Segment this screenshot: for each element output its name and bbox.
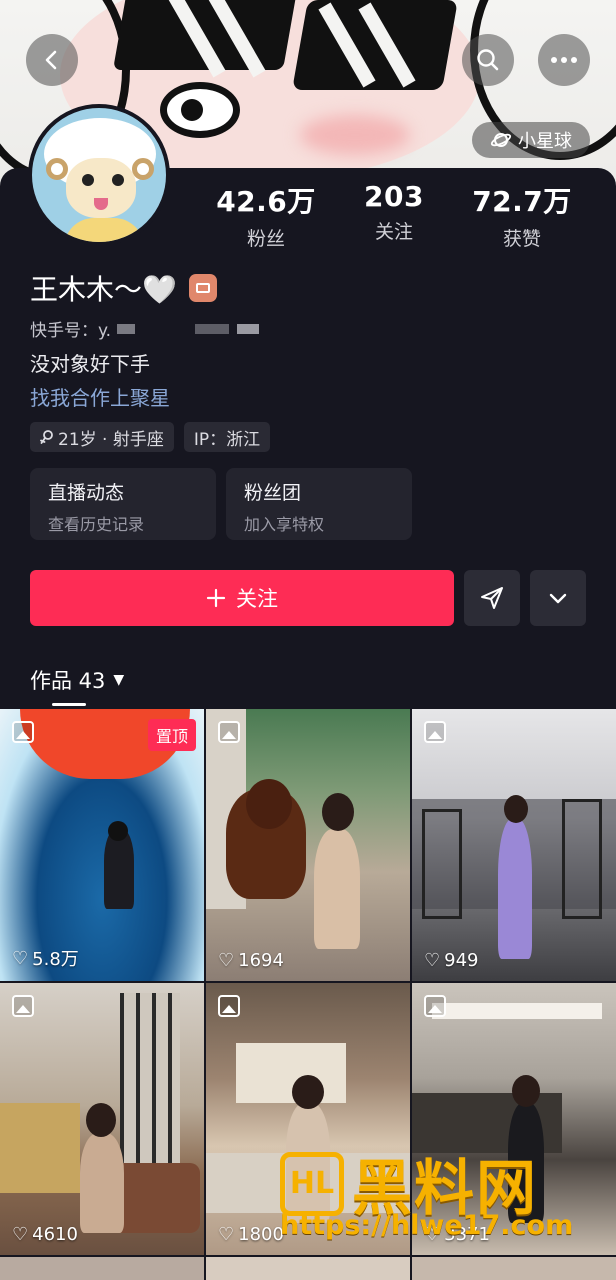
level-badge-icon[interactable]	[188, 274, 217, 302]
post-likes-count: 4610	[32, 1224, 78, 1245]
post-likes: ♡ 4610	[12, 1224, 78, 1245]
image-post-icon	[424, 995, 446, 1017]
tab-underline	[52, 703, 86, 706]
stat-label: 关注	[374, 221, 413, 243]
send-icon	[481, 587, 503, 609]
tab-works-label: 作品 43	[30, 669, 106, 693]
ip-tag: IP：浙江	[183, 422, 271, 452]
feature-subtitle: 加入享特权	[244, 515, 325, 534]
image-post-icon	[424, 721, 446, 743]
ip-tag-label: IP：浙江	[193, 429, 261, 450]
planet-label: 小星球	[518, 131, 572, 152]
profile-name: 王木木～🤍	[30, 273, 177, 306]
image-post-icon	[218, 721, 240, 743]
post-tile-partial[interactable]	[206, 1257, 410, 1280]
post-likes: ♡ 949	[424, 950, 479, 971]
caret-down-icon: ▼	[113, 672, 125, 688]
stat-likes[interactable]: 72.7万 获赞	[462, 180, 582, 251]
cooperation-link[interactable]: 找我合作上聚星	[30, 382, 170, 411]
follow-label: 关注	[236, 587, 278, 611]
search-icon	[477, 49, 499, 71]
kuaishou-id-label: 快手号：y.	[30, 321, 112, 341]
post-likes-count: 949	[444, 950, 479, 971]
back-button[interactable]	[26, 34, 78, 86]
search-button[interactable]	[462, 34, 514, 86]
planet-badge[interactable]: 小星球	[472, 122, 590, 158]
post-likes-count: 1694	[238, 950, 284, 971]
stat-value: 72.7万	[472, 185, 572, 218]
stat-value: 42.6万	[216, 185, 316, 218]
post-likes: ♡ 5.8万	[12, 945, 79, 971]
heart-icon: ♡	[424, 950, 441, 971]
stat-value: 203	[364, 180, 424, 213]
bio-text: 没对象好下手	[30, 352, 150, 376]
image-post-icon	[218, 995, 240, 1017]
image-post-icon	[12, 995, 34, 1017]
fan-club-card[interactable]: 粉丝团 加入享特权	[226, 468, 412, 540]
post-tile[interactable]: ♡ 4610	[0, 983, 204, 1255]
chevron-down-icon	[549, 593, 567, 604]
chevron-left-icon	[45, 50, 57, 70]
heart-icon: ♡	[12, 947, 29, 969]
post-tile-partial[interactable]	[412, 1257, 616, 1280]
age-tag-label: 21岁 · 射手座	[58, 429, 164, 450]
heart-icon: ♡	[218, 1224, 235, 1245]
feature-subtitle: 查看历史记录	[48, 515, 145, 534]
plus-icon	[206, 588, 226, 608]
post-likes-count: 1800	[238, 1224, 284, 1245]
stat-label: 获赞	[502, 228, 541, 250]
pinned-badge: 置顶	[147, 719, 196, 751]
follow-button[interactable]: 关注	[30, 570, 454, 626]
post-tile[interactable]: ♡ 1694	[206, 709, 410, 981]
feature-title: 直播动态	[48, 482, 125, 504]
expand-button[interactable]	[530, 570, 586, 626]
more-button[interactable]	[538, 34, 590, 86]
image-post-icon	[12, 721, 34, 743]
more-icon	[551, 57, 577, 63]
avatar[interactable]	[28, 104, 170, 246]
redaction-mask	[195, 323, 230, 334]
planet-icon	[490, 133, 512, 147]
heart-icon: ♡	[12, 1224, 29, 1245]
profile-tags: 21岁 · 射手座 IP：浙江	[30, 422, 271, 452]
post-tile-partial[interactable]	[0, 1257, 204, 1280]
share-button[interactable]	[464, 570, 520, 626]
post-tile[interactable]: 置顶 ♡ 5.8万	[0, 709, 204, 981]
redaction-mask	[117, 323, 136, 334]
name-row: 王木木～🤍	[30, 268, 217, 308]
post-tile[interactable]: ♡ 949	[412, 709, 616, 981]
age-tag: 21岁 · 射手座	[30, 422, 174, 452]
female-icon	[40, 430, 53, 444]
stat-fans[interactable]: 42.6万 粉丝	[206, 180, 326, 251]
live-history-card[interactable]: 直播动态 查看历史记录	[30, 468, 216, 540]
redaction-mask	[237, 323, 260, 334]
tab-works[interactable]: 作品 43 ▼	[30, 665, 124, 695]
stat-label: 粉丝	[246, 228, 285, 250]
stat-following[interactable]: 203 关注	[334, 180, 454, 244]
watermark-logo: HL	[280, 1151, 344, 1216]
post-likes-count: 5.8万	[32, 949, 79, 970]
post-likes: ♡ 1800	[218, 1224, 284, 1245]
heart-icon: ♡	[218, 950, 235, 971]
watermark-url: https://hlwe17.com	[280, 1210, 574, 1241]
kuaishou-id[interactable]: 快手号：y.	[30, 316, 260, 341]
feature-title: 粉丝团	[244, 482, 302, 504]
post-likes: ♡ 1694	[218, 950, 284, 971]
